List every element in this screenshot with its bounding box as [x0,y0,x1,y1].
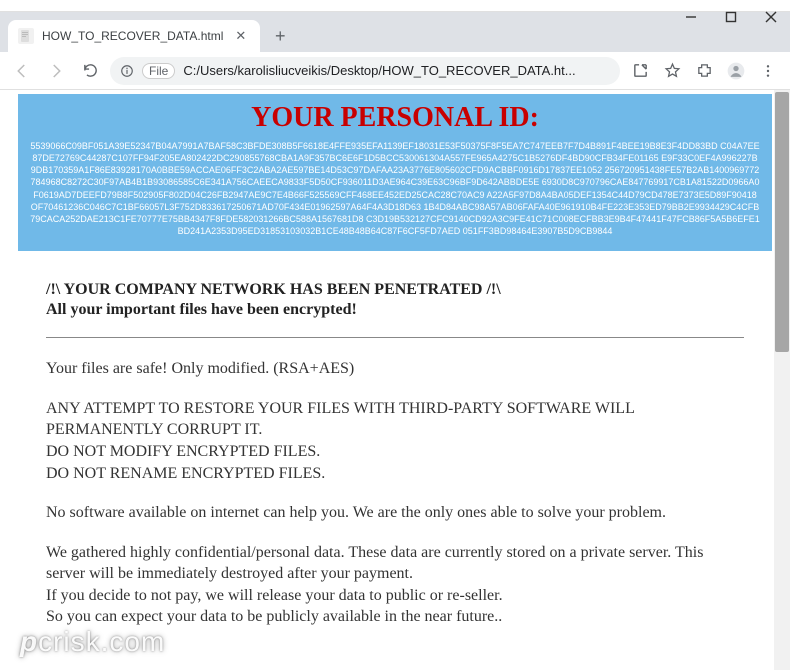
page-viewport: YOUR PERSONAL ID: 5539066C09BF051A39E523… [0,90,790,670]
scrollbar-track[interactable] [774,90,790,670]
scrollbar-thumb[interactable] [775,92,789,352]
personal-id-box: YOUR PERSONAL ID: 5539066C09BF051A39E523… [18,94,772,251]
tab-strip: HOW_TO_RECOVER_DATA.html ✕ + [0,12,790,52]
file-scheme-chip: File [142,63,175,79]
note-paragraph: Your files are safe! Only modified. (RSA… [46,358,744,380]
ransom-note-page: YOUR PERSONAL ID: 5539066C09BF051A39E523… [0,90,790,670]
id-line: 051FF3BD98464E3907B5D9CB9844 [463,226,613,236]
note-body: /!\ YOUR COMPANY NETWORK HAS BEEN PENETR… [18,251,772,628]
reload-button[interactable] [76,57,104,85]
note-line: So you can expect your data to be public… [46,608,502,625]
window-controls [684,10,778,24]
url-text: C:/Users/karolisliucveikis/Desktop/HOW_T… [183,63,610,78]
id-line: 5539066C09BF051A39E52347B04A7991A7BAF58C… [30,141,717,151]
address-bar[interactable]: File C:/Users/karolisliucveikis/Desktop/… [110,57,620,85]
extensions-button[interactable] [690,57,718,85]
back-button[interactable] [8,57,36,85]
share-button[interactable] [626,57,654,85]
headline: /!\ YOUR COMPANY NETWORK HAS BEEN PENETR… [46,281,744,299]
personal-id-heading: YOUR PERSONAL ID: [30,102,760,134]
note-line: If you decide to not pay, we will releas… [46,587,503,604]
browser-toolbar: File C:/Users/karolisliucveikis/Desktop/… [0,52,790,90]
note-paragraph: No software available on internet can he… [46,502,744,524]
note-paragraph: ANY ATTEMPT TO RESTORE YOUR FILES WITH T… [46,398,744,484]
close-window-button[interactable] [764,10,778,24]
personal-id-value: 5539066C09BF051A39E52347B04A7991A7BAF58C… [30,140,760,237]
divider [46,337,744,338]
note-line: ANY ATTEMPT TO RESTORE YOUR FILES WITH T… [46,400,634,439]
profile-button[interactable] [722,57,750,85]
note-line: DO NOT MODIFY ENCRYPTED FILES. [46,443,320,460]
note-line: DO NOT RENAME ENCRYPTED FILES. [46,465,325,482]
note-paragraph: We gathered highly confidential/personal… [46,542,744,628]
page-favicon [18,28,34,44]
site-info-icon[interactable] [120,64,134,78]
tab-close-button[interactable]: ✕ [231,26,250,46]
subheadline: All your important files have been encry… [46,301,744,319]
forward-button[interactable] [42,57,70,85]
new-tab-button[interactable]: + [266,22,294,50]
tab-title: HOW_TO_RECOVER_DATA.html [42,29,223,43]
menu-button[interactable] [754,57,782,85]
maximize-button[interactable] [724,10,738,24]
window-titlebar [0,0,790,12]
note-line: We gathered highly confidential/personal… [46,544,703,583]
browser-tab[interactable]: HOW_TO_RECOVER_DATA.html ✕ [8,20,260,52]
minimize-button[interactable] [684,10,698,24]
bookmark-button[interactable] [658,57,686,85]
